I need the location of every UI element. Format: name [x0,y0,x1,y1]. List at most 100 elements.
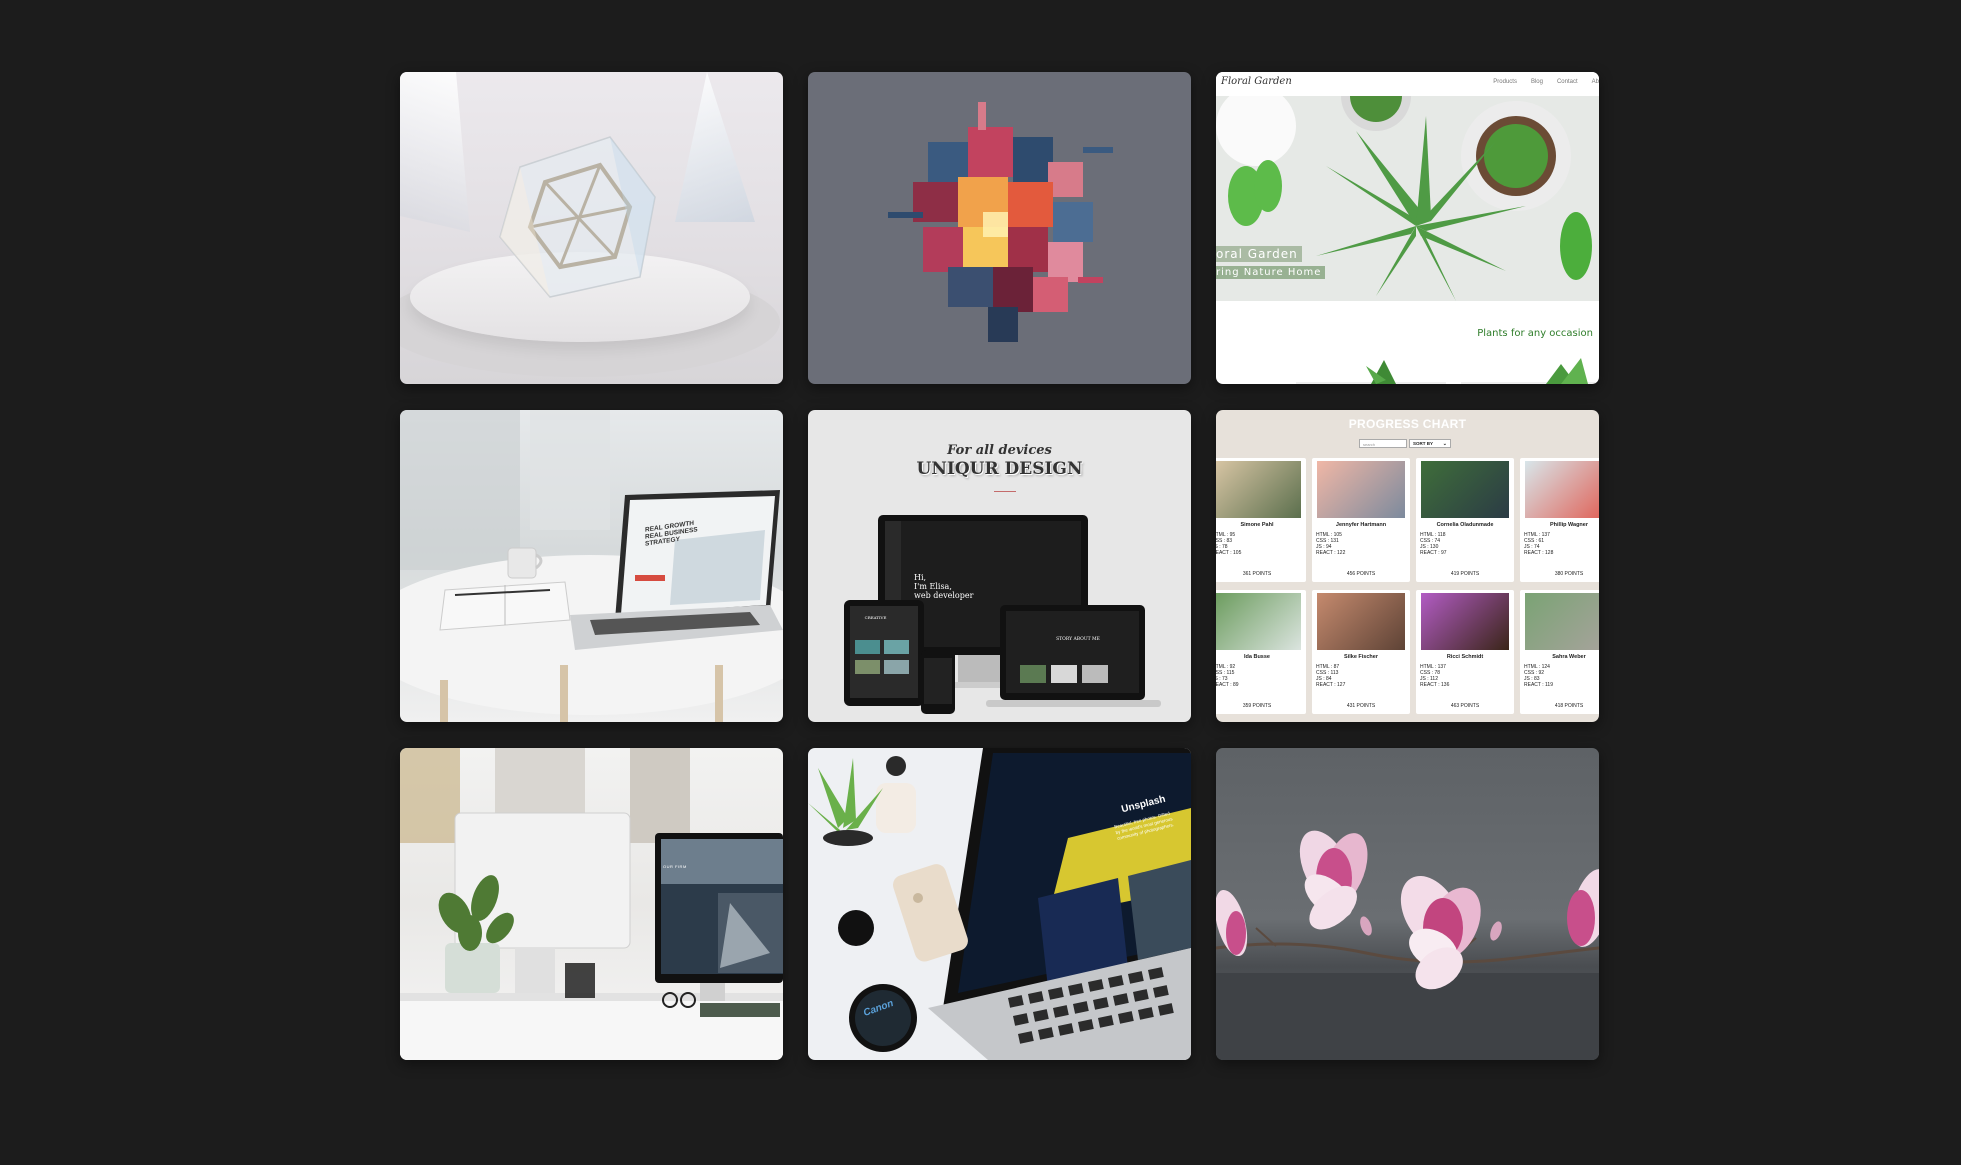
nav-link-about: Ab [1591,79,1599,85]
progress-card-stat: REACT : 105 [1216,550,1242,556]
device-mockups [844,515,1161,714]
progress-card-stat: REACT : 127 [1316,682,1346,688]
floral-hero-title: oral Garden [1216,246,1302,262]
progress-card-name: Cornelia Oladunmade [1436,522,1494,528]
monitor-intro-text: Hi, I'm Elisa, web developer [914,573,973,600]
progress-card-photo [1421,593,1509,650]
gallery-tile-responsive-devices[interactable]: For all devices UNIQUR DESIGN Hi, I'm El… [808,410,1191,722]
monitor-line-1: Hi, [914,573,927,582]
floral-tagline: Plants for any occasion [1477,328,1593,339]
progress-card-stat: REACT : 97 [1420,550,1447,556]
progress-card-photo [1421,461,1509,518]
progress-card-grid: Simone Pahl HTML : 95CSS : 83JS : 78REACT… [1216,458,1599,714]
laptop-on-desk-image: REAL GROWTH REAL BUSINESS STRATEGY [400,410,783,722]
magnolia-flowers-image [1216,748,1599,1060]
progress-card-photo [1216,593,1301,650]
gallery-tile-progress-chart-app[interactable]: PROGRESS CHART search SORT BY ⌄ Simone P… [1216,410,1599,722]
magnolia-scene [1216,830,1599,1060]
gallery-tile-floral-garden-website[interactable]: Floral Garden Products Blog Contact Ab o… [1216,72,1599,384]
nav-link-products: Products [1493,79,1517,85]
progress-card: Simone Pahl HTML : 95CSS : 83JS : 78REACT… [1216,458,1306,582]
gallery-tile-abstract-cubes[interactable] [808,72,1191,384]
progress-card-points: 361 POINTS [1242,571,1272,577]
progress-search-input: search [1359,439,1407,448]
progress-card-stat: REACT : 89 [1216,682,1239,688]
chevron-down-icon: ⌄ [1442,441,1447,447]
abstract-cubes-image [808,72,1191,384]
progress-card-stats: HTML : 92CSS : 115JS : 73REACT : 89 [1216,664,1239,688]
floral-hero: oral Garden ring Nature Home [1216,96,1599,301]
progress-card-points: 380 POINTS [1554,571,1584,577]
progress-card-points: 463 POINTS [1450,703,1480,709]
progress-card-photo [1317,461,1405,518]
progress-card-name: Silke Fischer [1344,654,1378,660]
progress-card-stat: REACT : 122 [1316,550,1346,556]
tablet-section-title: CREATIVE [864,615,887,620]
floral-hero-subtitle: ring Nature Home [1216,266,1326,279]
progress-card-points: 418 POINTS [1554,703,1584,709]
progress-card-name: Phillip Wagner [1550,522,1588,528]
progress-card-name: Ida Busse [1244,654,1270,660]
image-gallery: Floral Garden Products Blog Contact Ab o… [400,72,1599,1060]
office-imac-image: OUR FIRM [400,748,783,1060]
responsive-devices-image: For all devices UNIQUR DESIGN Hi, I'm El… [808,410,1191,722]
gallery-tile-crystal-sculpture[interactable] [400,72,783,384]
progress-card-photo [1525,461,1599,518]
progress-card: Cornelia Oladunmade HTML : 118 CSS : 74 JS … [1416,458,1514,582]
progress-card: Ida Busse HTML : 92CSS : 115JS : 73REACT … [1216,590,1306,714]
floral-bottom-plants [1296,358,1596,384]
progress-card-stats: HTML : 87 CSS : 113 JS : 84 REACT : 127 [1316,664,1345,688]
progress-card-name: Simone Pahl [1240,522,1274,528]
progress-sort-select: SORT BY ⌄ [1409,439,1451,448]
progress-card-photo [1216,461,1301,518]
glass-shard-right [675,72,755,222]
glass-shard-left [400,72,470,232]
crystal-gem [499,136,656,298]
imac-screen-label: OUR FIRM [663,864,687,869]
sort-label: SORT BY [1413,441,1434,446]
progress-chart-title: PROGRESS CHART [1348,417,1467,431]
unsplash-laptop-image: Unsplash Beautiful, free photos. Gifted … [808,748,1191,1060]
progress-card-stat: REACT : 128 [1524,550,1554,556]
progress-card-stats: HTML : 124 CSS : 92 JS : 83 REACT : 119 [1524,664,1553,688]
progress-card-stats: HTML : 137 CSS : 61 JS : 74 REACT : 128 [1524,532,1553,556]
progress-card-points: 419 POINTS [1450,571,1480,577]
progress-card-stats: HTML : 118 CSS : 74 JS : 130 REACT : 97 [1420,532,1447,556]
progress-chart-screenshot: PROGRESS CHART search SORT BY ⌄ Simone P… [1216,410,1599,722]
gallery-tile-laptop-on-desk[interactable]: REAL GROWTH REAL BUSINESS STRATEGY [400,410,783,722]
progress-card: Phillip Wagner HTML : 137 CSS : 61 JS : 74 R… [1520,458,1599,582]
progress-card-photo [1525,593,1599,650]
cube-cluster [888,102,1113,342]
floral-logo: Floral Garden [1221,76,1292,87]
desk-scene [400,410,783,722]
floral-navbar: Floral Garden Products Blog Contact Ab [1216,72,1599,96]
progress-card-points: 359 POINTS [1242,703,1272,709]
progress-card-name: Sahra Weber [1552,654,1586,660]
progress-card-stats: HTML : 105 CSS : 131 JS : 94 REACT : 122 [1316,532,1345,556]
progress-card-points: 456 POINTS [1346,571,1376,577]
laptop-section-title: STORY ABOUT ME [1056,637,1100,642]
floral-garden-website-screenshot: Floral Garden Products Blog Contact Ab o… [1216,72,1599,384]
progress-card-stat: REACT : 119 [1524,682,1553,688]
crystal-sculpture-image [400,72,783,384]
gallery-tile-unsplash-laptop[interactable]: Unsplash Beautiful, free photos. Gifted … [808,748,1191,1060]
progress-card-stat: REACT : 136 [1420,682,1450,688]
progress-card: Sahra Weber HTML : 124 CSS : 92 JS : 83 REAC… [1520,590,1599,714]
monitor-line-2: I'm Elisa, [914,582,952,591]
progress-card-name: Jennyfer Hartmann [1335,522,1387,528]
progress-card-name: Ricci Schmidt [1446,654,1484,660]
progress-card: Jennyfer Hartmann HTML : 105 CSS : 131 JS :… [1312,458,1410,582]
floral-nav-links: Products Blog Contact Ab [1493,79,1599,85]
progress-card-photo [1317,593,1405,650]
progress-card-stats: HTML : 95CSS : 83JS : 78REACT : 105 [1216,532,1241,556]
monitor-line-3: web developer [914,591,974,600]
office-scene [400,748,783,1060]
progress-card: Silke Fischer HTML : 87 CSS : 113 JS : 84 RE… [1312,590,1410,714]
nav-link-blog: Blog [1530,79,1543,85]
progress-card-points: 431 POINTS [1346,703,1376,709]
nav-link-contact: Contact [1556,79,1578,85]
progress-card-stats: HTML : 137 CSS : 78 JS : 112 REACT : 136 [1420,664,1449,688]
progress-card: Ricci Schmidt HTML : 137 CSS : 78 JS : 112 R… [1416,590,1514,714]
gallery-tile-office-imac[interactable]: OUR FIRM [400,748,783,1060]
gallery-tile-magnolia-flowers[interactable] [1216,748,1599,1060]
